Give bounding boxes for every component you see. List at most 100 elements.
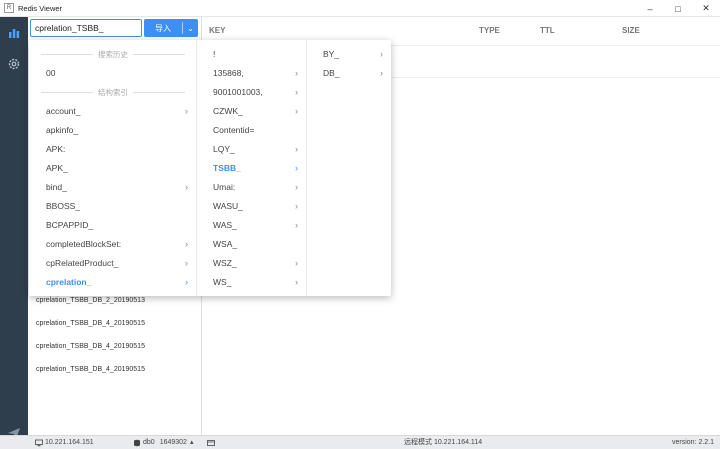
monitor-icon: [35, 439, 43, 447]
cascader-option[interactable]: account_ ›: [29, 102, 196, 121]
status-host: 10.221.164.151: [35, 436, 94, 449]
chevron-right-icon: ›: [295, 163, 298, 173]
chevron-right-icon: ›: [185, 277, 188, 287]
chevron-right-icon: ›: [295, 87, 298, 97]
gear-icon[interactable]: [7, 57, 21, 71]
cascader-option-label: account_: [46, 106, 81, 116]
left-rail: [0, 17, 28, 439]
cascader-option-label: LQY_: [213, 144, 235, 154]
chevron-right-icon: ›: [185, 106, 188, 116]
cascader-option[interactable]: WSZ_ ›: [197, 254, 306, 273]
console-icon[interactable]: [207, 436, 217, 449]
chevron-right-icon: ›: [295, 68, 298, 78]
cascader-column-1: 搜索历史 00 结构索引 account_ › apkinfo_ APK: APK_ bi…: [29, 40, 197, 296]
cascader-option[interactable]: WSA_: [197, 235, 306, 254]
cascader-option-label: cpRelatedProduct_: [46, 258, 119, 268]
window-controls: – □ ✕: [636, 0, 720, 17]
key-prefix-cascader: 搜索历史 00 结构索引 account_ › apkinfo_ APK: APK_ bi…: [29, 40, 391, 296]
cascader-option-label: cprelation_: [46, 277, 92, 287]
cascader-option[interactable]: LQY_ ›: [197, 140, 306, 159]
cascader-option[interactable]: cprelation_ ›: [29, 273, 196, 292]
cascader-option-label: WSA_: [213, 239, 238, 249]
cascader-option-label: WSZ_: [213, 258, 237, 268]
cascader-option[interactable]: BBOSS_: [29, 197, 196, 216]
cascader-option-label: WS_: [213, 277, 232, 287]
chevron-right-icon: ›: [185, 258, 188, 268]
cascader-option[interactable]: TSBB_ ›: [197, 159, 306, 178]
bar-chart-icon[interactable]: [7, 26, 21, 40]
database-icon: [134, 439, 140, 447]
version-label: version: 2.2.1: [672, 439, 715, 446]
cascader-option[interactable]: 135868, ›: [197, 64, 306, 83]
cascader-option[interactable]: CZWK_ ›: [197, 102, 306, 121]
chevron-right-icon: ›: [380, 49, 383, 59]
cascader-option[interactable]: !: [197, 45, 306, 64]
cascader-option[interactable]: BCPAPPID_: [29, 216, 196, 235]
cascader-option-label: BY_: [323, 49, 340, 59]
cascader-option-label: BBOSS_: [46, 201, 81, 211]
minimize-button[interactable]: –: [636, 0, 664, 17]
cascader-column-3: BY_ › DB_ ›: [307, 40, 391, 296]
window-title: Redis Viewer: [18, 3, 63, 13]
cascader-option-label: APK_: [46, 163, 68, 173]
key-count: 1649302: [159, 439, 187, 446]
column-header-size[interactable]: SIZE: [622, 17, 640, 45]
cascader-option-label: bind_: [46, 182, 67, 192]
cascader-option[interactable]: completedBlockSet: ›: [29, 235, 196, 254]
chevron-right-icon: ›: [185, 182, 188, 192]
chevron-right-icon: ›: [295, 201, 298, 211]
cascader-option[interactable]: DB_ ›: [307, 64, 391, 83]
cascader-option[interactable]: 9001001003, ›: [197, 83, 306, 102]
cascader-option[interactable]: WS_ ›: [197, 273, 306, 292]
cascader-option-label: completedBlockSet:: [46, 239, 122, 249]
cascader-option[interactable]: bind_ ›: [29, 178, 196, 197]
app-logo-icon: R: [4, 3, 14, 13]
cascader-option-label: DB_: [323, 68, 340, 78]
cascader-option[interactable]: BY_ ›: [307, 45, 391, 64]
cascader-option-label: Contentid=: [213, 125, 255, 135]
import-label[interactable]: 导入: [144, 23, 182, 34]
cascader-option-label: apkinfo_: [46, 125, 79, 135]
cascader-option[interactable]: WAS_ ›: [197, 216, 306, 235]
cascader-option-label: APK:: [46, 144, 66, 154]
column-header-ttl[interactable]: TTL: [540, 17, 555, 45]
cascader-option-label: CZWK_: [213, 106, 243, 116]
column-header-type[interactable]: TYPE: [479, 17, 500, 45]
key-list-item[interactable]: cprelation_TSBB_DB_4_20190515: [28, 312, 202, 335]
chevron-right-icon: ›: [295, 220, 298, 230]
chevron-right-icon: ›: [185, 239, 188, 249]
host-address: 10.221.164.151: [45, 439, 94, 446]
chevron-up-icon[interactable]: ▴: [190, 436, 194, 449]
key-list-item[interactable]: cprelation_TSBB_DB_4_20190515: [28, 358, 202, 381]
cascader-option[interactable]: APK:: [29, 140, 196, 159]
status-db[interactable]: db0 1649302 ▴: [133, 436, 193, 449]
chevron-right-icon: ›: [295, 277, 298, 287]
maximize-button[interactable]: □: [664, 0, 692, 17]
cascader-option-label: !: [213, 49, 216, 59]
history-item[interactable]: 00: [29, 64, 196, 83]
key-search-input[interactable]: [30, 19, 142, 37]
chevron-right-icon: ›: [295, 144, 298, 154]
chevron-down-icon[interactable]: ⌄: [183, 24, 198, 33]
cascader-option[interactable]: cpRelatedProduct_ ›: [29, 254, 196, 273]
db-name: db0: [143, 439, 155, 446]
close-button[interactable]: ✕: [692, 0, 720, 17]
chevron-right-icon: ›: [295, 182, 298, 192]
structure-index-title: 结构索引: [29, 83, 197, 102]
cascader-option-label: TSBB_: [213, 163, 241, 173]
key-list-item[interactable]: cprelation_TSBB_DB_4_20190515: [28, 335, 202, 358]
cascader-option[interactable]: APK_: [29, 159, 196, 178]
cascader-column-2: ! 135868, › 9001001003, › CZWK_ › Contentid= LQY…: [197, 40, 307, 296]
import-button[interactable]: 导入 ⌄: [144, 19, 198, 37]
cascader-option-label: WASU_: [213, 201, 243, 211]
cascader-option-label: BCPAPPID_: [46, 220, 94, 230]
chevron-right-icon: ›: [295, 258, 298, 268]
chevron-right-icon: ›: [295, 106, 298, 116]
cascader-option[interactable]: apkinfo_: [29, 121, 196, 140]
chevron-right-icon: ›: [380, 68, 383, 78]
cascader-option[interactable]: WASU_ ›: [197, 197, 306, 216]
connection-mode: 远程模式 10.221.164.114: [404, 439, 483, 446]
cascader-option[interactable]: Contentid=: [197, 121, 306, 140]
cascader-option[interactable]: Umai: ›: [197, 178, 306, 197]
status-bar: 10.221.164.151 db0 1649302 ▴ 远程模式 10.221…: [0, 435, 720, 449]
